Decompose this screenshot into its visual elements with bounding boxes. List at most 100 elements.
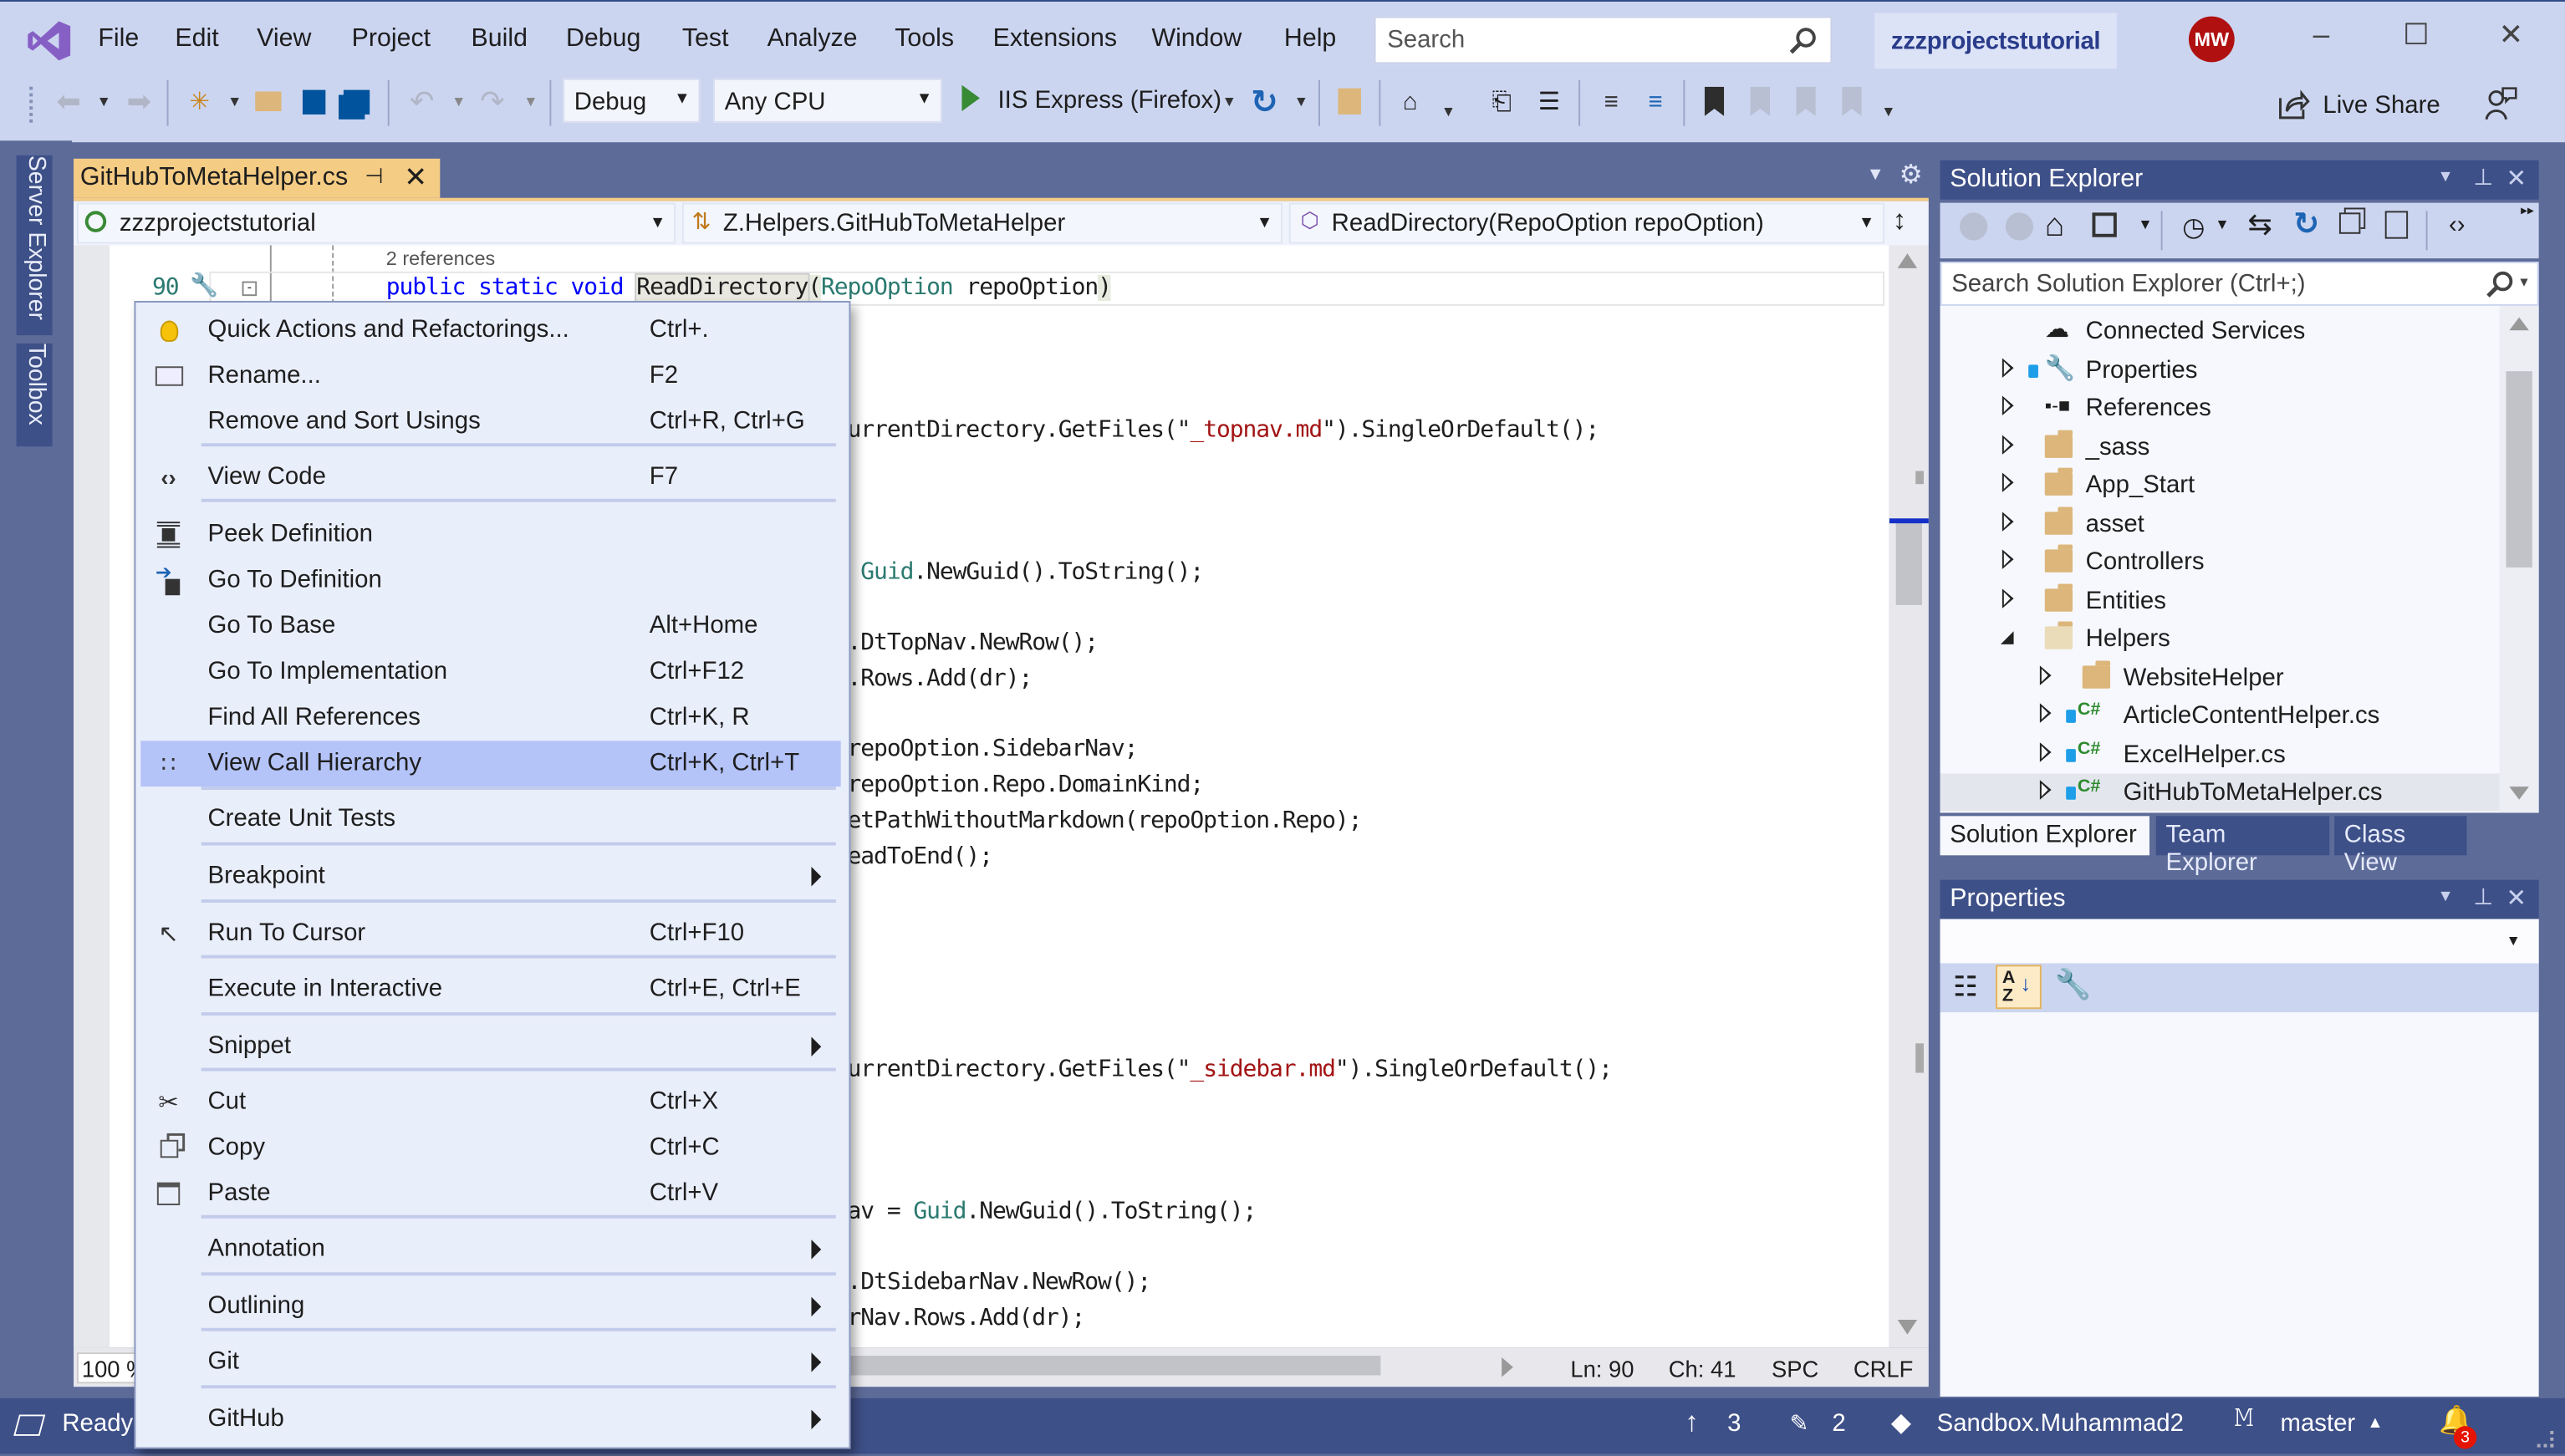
refresh-browser-icon[interactable]: ↻ bbox=[1248, 84, 1281, 120]
back-dropdown-arrow-icon[interactable]: ▼ bbox=[96, 94, 110, 110]
expand-arrow-icon[interactable] bbox=[2039, 703, 2052, 723]
expand-arrow-icon[interactable] bbox=[2002, 511, 2014, 531]
property-pages-icon[interactable]: 🔧 bbox=[2054, 968, 2091, 1002]
context-menu-item-create-unit-tests[interactable]: Create Unit Tests bbox=[140, 797, 840, 843]
menu-tools[interactable]: Tools bbox=[895, 24, 954, 53]
scroll-down-arrow-icon[interactable] bbox=[1897, 1319, 1918, 1335]
tree-item-properties[interactable]: 🔧 Properties bbox=[1940, 351, 2500, 389]
search-box[interactable]: Search bbox=[1374, 16, 1833, 64]
uncomment-lines-icon[interactable]: ≡ bbox=[1639, 84, 1672, 120]
window-position-icon[interactable]: ▼ bbox=[2437, 169, 2453, 187]
categorized-icon[interactable]: ☷ bbox=[1953, 971, 1978, 1004]
close-panel-icon[interactable]: ✕ bbox=[2506, 883, 2527, 913]
menu-file[interactable]: File bbox=[98, 24, 139, 53]
tree-item-asset[interactable]: asset bbox=[1940, 505, 2500, 542]
search-options-dropdown-icon[interactable]: ▼ bbox=[2517, 275, 2531, 290]
format-document-icon[interactable]: ☰ bbox=[1532, 84, 1565, 120]
expand-arrow-icon[interactable] bbox=[2002, 357, 2014, 377]
pending-changes-count[interactable]: 2 bbox=[1832, 1410, 1845, 1438]
context-menu-item-view-code[interactable]: ‹› View Code F7 bbox=[140, 455, 840, 501]
redo-dropdown-icon[interactable]: ▼ bbox=[523, 94, 538, 110]
feedback-person-icon[interactable] bbox=[2485, 85, 2517, 121]
solution-platform-dropdown[interactable]: Any CPU ▼ bbox=[713, 78, 943, 123]
scrollbar-thumb[interactable] bbox=[2506, 371, 2532, 568]
tree-item-websitehelper[interactable]: WebsiteHelper bbox=[1940, 659, 2500, 696]
pin-icon[interactable]: ⊥ bbox=[2473, 883, 2493, 911]
expand-arrow-icon[interactable] bbox=[2002, 588, 2014, 608]
server-explorer-tab[interactable]: Server Explorer bbox=[23, 155, 48, 320]
switch-views-dropdown-icon[interactable]: ▼ bbox=[2138, 216, 2152, 232]
context-menu-item-go-to-definition[interactable]: ➔ Go To Definition bbox=[140, 557, 840, 603]
save-icon[interactable] bbox=[298, 84, 330, 120]
clear-bookmarks-icon[interactable] bbox=[1842, 86, 1862, 116]
solution-configuration-dropdown[interactable]: Debug ▼ bbox=[563, 78, 701, 123]
context-menu-item-go-to-implementation[interactable]: Go To Implementation Ctrl+F12 bbox=[140, 649, 840, 695]
tree-item-connected-services[interactable]: ☁ Connected Services bbox=[1940, 313, 2500, 350]
undo-dropdown-icon[interactable]: ▼ bbox=[451, 94, 466, 110]
new-project-dropdown-icon[interactable]: ▼ bbox=[227, 94, 242, 110]
line-ending-indicator[interactable]: CRLF bbox=[1854, 1356, 1914, 1382]
pending-changes-filter-icon[interactable]: ◷ bbox=[2182, 211, 2205, 243]
tree-item-githubtometahelper-cs[interactable]: C# GitHubToMetaHelper.cs bbox=[1940, 773, 2500, 812]
browser-link-icon[interactable]: ⌂ bbox=[1394, 84, 1426, 120]
switch-views-icon[interactable] bbox=[2092, 212, 2117, 237]
tree-item-controllers[interactable]: Controllers bbox=[1940, 543, 2500, 581]
context-menu-item-peek-definition[interactable]: Peek Definition bbox=[140, 512, 840, 557]
start-debugging-target[interactable]: IIS Express (Firefox) bbox=[998, 87, 1221, 115]
comment-lines-icon[interactable]: ≡ bbox=[1595, 84, 1628, 120]
save-all-icon[interactable] bbox=[340, 84, 373, 120]
toolbar-grip[interactable] bbox=[29, 86, 38, 123]
codelens-references[interactable]: 2 references bbox=[386, 247, 496, 269]
window-position-icon[interactable]: ▼ bbox=[2437, 888, 2453, 906]
redo-icon[interactable]: ↷ bbox=[476, 84, 508, 120]
close-tab-icon[interactable]: ✕ bbox=[404, 162, 427, 195]
pin-tab-icon[interactable]: ⊣ bbox=[365, 164, 383, 190]
sync-with-active-document-icon[interactable]: ⇆ bbox=[2247, 207, 2272, 242]
scrollbar-thumb[interactable] bbox=[1895, 520, 1923, 605]
context-menu-item-quick-actions-and-refactorings[interactable]: Quick Actions and Refactorings... Ctrl+. bbox=[140, 308, 840, 354]
tree-item-references[interactable]: ▪-■ References bbox=[1940, 389, 2500, 427]
tree-item--sass[interactable]: _sass bbox=[1940, 428, 2500, 466]
resize-grip[interactable] bbox=[2537, 1431, 2554, 1448]
toolbar-overflow-icon[interactable]: ▸▸ bbox=[2521, 203, 2534, 218]
menu-project[interactable]: Project bbox=[352, 24, 431, 53]
expand-arrow-icon[interactable] bbox=[2002, 395, 2014, 415]
show-all-files-icon[interactable] bbox=[2384, 211, 2409, 239]
undo-icon[interactable]: ↶ bbox=[405, 84, 438, 120]
context-menu-item-annotation[interactable]: Annotation bbox=[140, 1226, 840, 1272]
context-menu-item-github[interactable]: GitHub bbox=[140, 1397, 840, 1443]
tree-item-excelhelper-cs[interactable]: C# ExcelHelper.cs bbox=[1940, 735, 2500, 772]
menu-debug[interactable]: Debug bbox=[566, 24, 640, 53]
expand-arrow-icon[interactable] bbox=[2039, 741, 2052, 761]
context-menu-item-git[interactable]: Git bbox=[140, 1339, 840, 1385]
menu-help[interactable]: Help bbox=[1284, 24, 1336, 53]
collapse-arrow-icon[interactable] bbox=[2000, 631, 2014, 644]
column-indicator[interactable]: Ch: 41 bbox=[1669, 1356, 1736, 1382]
close-panel-icon[interactable]: ✕ bbox=[2506, 164, 2527, 193]
context-menu-item-go-to-base[interactable]: Go To Base Alt+Home bbox=[140, 603, 840, 649]
toggle-bookmark-icon[interactable] bbox=[1704, 86, 1725, 116]
menu-extensions[interactable]: Extensions bbox=[993, 24, 1117, 53]
solution-tree-scrollbar[interactable] bbox=[2499, 305, 2539, 813]
properties-object-dropdown[interactable]: ▼ bbox=[1940, 919, 2539, 964]
tree-item-helpers[interactable]: Helpers bbox=[1940, 620, 2500, 658]
back-icon[interactable] bbox=[1960, 212, 1988, 241]
open-file-icon[interactable] bbox=[252, 84, 284, 120]
new-project-icon[interactable]: ✳ bbox=[183, 84, 216, 120]
project-dropdown[interactable]: zzzprojectstutorial ▼ bbox=[76, 202, 676, 244]
context-menu-item-breakpoint[interactable]: Breakpoint bbox=[140, 853, 840, 899]
tree-item-articlecontenthelper-cs[interactable]: C# ArticleContentHelper.cs bbox=[1940, 697, 2500, 735]
expand-arrow-icon[interactable] bbox=[2002, 549, 2014, 569]
scroll-up-arrow-icon[interactable] bbox=[2509, 317, 2529, 331]
branch-menu-icon[interactable]: ▲ bbox=[2367, 1414, 2383, 1433]
gear-icon[interactable]: ⚙ bbox=[1900, 159, 1923, 191]
context-menu-item-copy[interactable]: Copy Ctrl+C bbox=[140, 1125, 840, 1171]
scroll-right-arrow-icon[interactable] bbox=[1502, 1357, 1513, 1377]
context-menu-item-remove-and-sort-usings[interactable]: Remove and Sort Usings Ctrl+R, Ctrl+G bbox=[140, 399, 840, 445]
navigate-back-icon[interactable]: ⬅ bbox=[53, 84, 85, 120]
scroll-down-arrow-icon[interactable] bbox=[2509, 787, 2529, 800]
pin-icon[interactable]: ⊥ bbox=[2473, 164, 2493, 191]
menu-view[interactable]: View bbox=[257, 24, 311, 53]
context-menu-item-paste[interactable]: Paste Ctrl+V bbox=[140, 1171, 840, 1217]
document-tab-active[interactable]: GitHubToMetaHelper.cs ⊣ ✕ bbox=[74, 158, 441, 198]
